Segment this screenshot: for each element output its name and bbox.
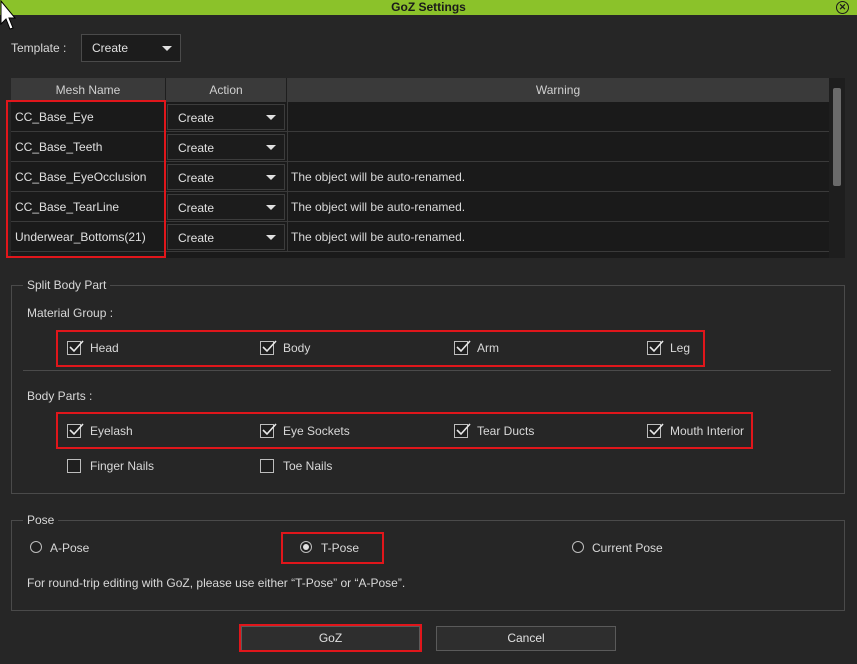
eyelash-label: Eyelash — [90, 424, 133, 438]
warning-cell: The object will be auto-renamed. — [287, 162, 829, 192]
arm-checkbox[interactable] — [454, 340, 471, 355]
mouse-cursor-icon — [0, 0, 16, 30]
template-value: Create — [92, 41, 129, 55]
eye-sockets-label: Eye Sockets — [283, 424, 350, 438]
warning-cell: The object will be auto-renamed. — [287, 192, 829, 222]
column-mesh-name[interactable]: Mesh Name — [11, 78, 166, 102]
pose-note: For round-trip editing with GoZ, please … — [27, 576, 406, 590]
mesh-name-cell: CC_Base_EyeOcclusion — [11, 162, 165, 192]
warning-cell — [287, 102, 829, 132]
chevron-down-icon — [266, 145, 276, 150]
table-row[interactable]: CC_Base_TearLine Create The object will … — [11, 192, 829, 222]
mouth-interior-checkbox[interactable] — [647, 423, 664, 438]
section-divider — [23, 370, 831, 371]
chevron-down-icon — [266, 175, 276, 180]
action-cell: Create — [165, 132, 287, 162]
pose-title: Pose — [23, 513, 59, 527]
warning-cell: The object will be auto-renamed. — [287, 222, 829, 252]
title-bar: GoZ Settings ✕ — [0, 0, 857, 15]
table-header: Mesh Name Action Warning — [11, 78, 829, 102]
finger-nails-label: Finger Nails — [90, 459, 155, 473]
mesh-name-cell: CC_Base_Eye — [11, 102, 165, 132]
goz-button[interactable]: GoZ — [241, 626, 420, 651]
toe-nails-checkbox[interactable] — [260, 459, 274, 473]
head-label: Head — [90, 341, 119, 355]
mesh-table: Mesh Name Action Warning CC_Base_Eye Cre… — [11, 78, 829, 258]
radio-selected-dot — [303, 544, 309, 550]
table-row[interactable]: CC_Base_EyeOcclusion Create The object w… — [11, 162, 829, 192]
material-group-label: Material Group : — [27, 306, 114, 320]
chevron-down-icon — [266, 115, 276, 120]
table-row[interactable]: CC_Base_Eye Create — [11, 102, 829, 132]
mesh-name-cell: CC_Base_TearLine — [11, 192, 165, 222]
cancel-button[interactable]: Cancel — [436, 626, 616, 651]
current-pose-label: Current Pose — [592, 541, 663, 555]
action-value: Create — [178, 111, 215, 125]
body-checkbox[interactable] — [260, 340, 277, 355]
window-title: GoZ Settings — [391, 0, 466, 14]
eye-sockets-checkbox[interactable] — [260, 423, 277, 438]
t-pose-radio[interactable] — [300, 541, 312, 553]
arm-label: Arm — [477, 341, 499, 355]
scrollbar-thumb[interactable] — [833, 88, 841, 186]
action-dropdown[interactable]: Create — [167, 134, 285, 160]
chevron-down-icon — [266, 205, 276, 210]
table-row[interactable]: CC_Base_Teeth Create — [11, 132, 829, 162]
table-row[interactable]: Underwear_Bottoms(21) Create The object … — [11, 222, 829, 252]
action-value: Create — [178, 141, 215, 155]
action-cell: Create — [165, 192, 287, 222]
table-scrollbar[interactable] — [829, 78, 845, 258]
chevron-down-icon — [162, 46, 172, 51]
action-value: Create — [178, 171, 215, 185]
action-dropdown[interactable]: Create — [167, 224, 285, 250]
split-body-part-title: Split Body Part — [23, 278, 111, 292]
mesh-name-cell: Underwear_Bottoms(21) — [11, 222, 165, 252]
action-dropdown[interactable]: Create — [167, 194, 285, 220]
toe-nails-label: Toe Nails — [283, 459, 333, 473]
body-label: Body — [283, 341, 311, 355]
tear-ducts-label: Tear Ducts — [477, 424, 535, 438]
eyelash-checkbox[interactable] — [67, 423, 84, 438]
template-dropdown[interactable]: Create — [81, 34, 181, 62]
a-pose-radio[interactable] — [30, 541, 42, 553]
action-value: Create — [178, 201, 215, 215]
action-cell: Create — [165, 222, 287, 252]
finger-nails-checkbox[interactable] — [67, 459, 81, 473]
action-cell: Create — [165, 162, 287, 192]
template-label: Template : — [11, 41, 67, 55]
pose-group — [11, 520, 845, 611]
leg-checkbox[interactable] — [647, 340, 664, 355]
action-value: Create — [178, 231, 215, 245]
t-pose-label: T-Pose — [321, 541, 360, 555]
action-dropdown[interactable]: Create — [167, 164, 285, 190]
current-pose-radio[interactable] — [572, 541, 584, 553]
column-action[interactable]: Action — [166, 78, 287, 102]
mesh-name-cell: CC_Base_Teeth — [11, 132, 165, 162]
a-pose-label: A-Pose — [50, 541, 90, 555]
head-checkbox[interactable] — [67, 340, 84, 355]
body-parts-label: Body Parts : — [27, 389, 93, 403]
close-icon[interactable]: ✕ — [836, 1, 849, 14]
mouth-interior-label: Mouth Interior — [670, 424, 745, 438]
action-cell: Create — [165, 102, 287, 132]
warning-cell — [287, 132, 829, 162]
chevron-down-icon — [266, 235, 276, 240]
leg-label: Leg — [670, 341, 691, 355]
column-warning[interactable]: Warning — [287, 78, 829, 102]
tear-ducts-checkbox[interactable] — [454, 423, 471, 438]
action-dropdown[interactable]: Create — [167, 104, 285, 130]
